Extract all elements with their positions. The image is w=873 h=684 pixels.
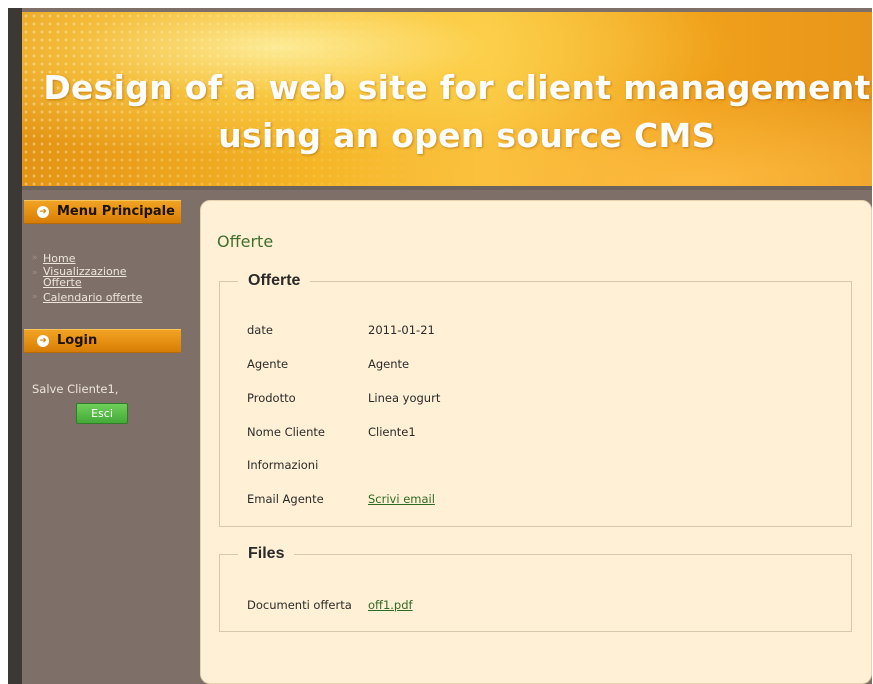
field-row-date: date 2011-01-21 [247,323,435,337]
menu-item-home: » Home [32,251,192,266]
chevron-right-icon: » [32,292,38,302]
field-value: Cliente1 [368,425,416,439]
arrow-circle-right-icon: ➜ [37,335,49,347]
field-label: Prodotto [247,391,296,405]
field-label: date [247,323,273,337]
field-value: Agente [368,357,410,371]
field-label: Email Agente [247,492,324,506]
menu-link-visualizzazione-offerte[interactable]: Visualizzazione Offerte [43,266,153,288]
menu-link-home[interactable]: Home [43,252,75,265]
field-row-email-agente: Email Agente Scrivi email [247,492,435,506]
field-row-nome-cliente: Nome Cliente Cliente1 [247,425,416,439]
chevron-right-icon: » [32,253,38,263]
files-section-legend: Files [238,543,295,565]
chevron-right-icon: » [32,268,38,278]
field-row-informazioni: Informazioni [247,458,367,472]
field-label: Nome Cliente [247,425,325,439]
site-title: Design of a web site for client manageme… [22,64,872,160]
offer-section-legend: Offerte [238,270,311,292]
file-row-documenti: Documenti offerta off1.pdf [247,598,413,612]
frame-left-border [8,8,22,684]
site-title-line-2: using an open source CMS [218,116,716,155]
field-row-agente: Agente Agente [247,357,409,371]
field-label: Agente [247,357,289,371]
field-row-prodotto: Prodotto Linea yogurt [247,391,440,405]
file-label: Documenti offerta [247,598,352,612]
field-value: 2011-01-21 [368,323,435,337]
write-email-link[interactable]: Scrivi email [368,492,435,506]
field-value: Linea yogurt [368,391,441,405]
field-label: Informazioni [247,458,319,472]
page-title: Offerte [217,232,274,251]
login-heading: ➜ Login [24,329,181,353]
main-menu-list: » Home » Visualizzazione Offerte » Calen… [32,251,192,305]
site-title-line-1: Design of a web site for client manageme… [43,68,871,107]
menu-heading-label: Menu Principale [57,204,175,219]
login-heading-label: Login [57,333,98,348]
menu-item-visualizzazione-offerte: » Visualizzazione Offerte [32,266,192,290]
menu-principale-heading: ➜ Menu Principale [24,200,181,224]
header-divider [22,186,872,190]
logout-button[interactable]: Esci [76,403,128,424]
user-greeting: Salve Cliente1, [32,382,119,396]
menu-item-calendario-offerte: » Calendario offerte [32,290,192,305]
offer-details-fieldset: Offerte date 2011-01-21 Agente Agente Pr… [219,270,852,527]
file-download-link[interactable]: off1.pdf [368,598,413,612]
files-fieldset: Files Documenti offerta off1.pdf [219,543,852,632]
menu-link-calendario-offerte[interactable]: Calendario offerte [43,291,142,304]
arrow-circle-right-icon: ➜ [37,206,49,218]
